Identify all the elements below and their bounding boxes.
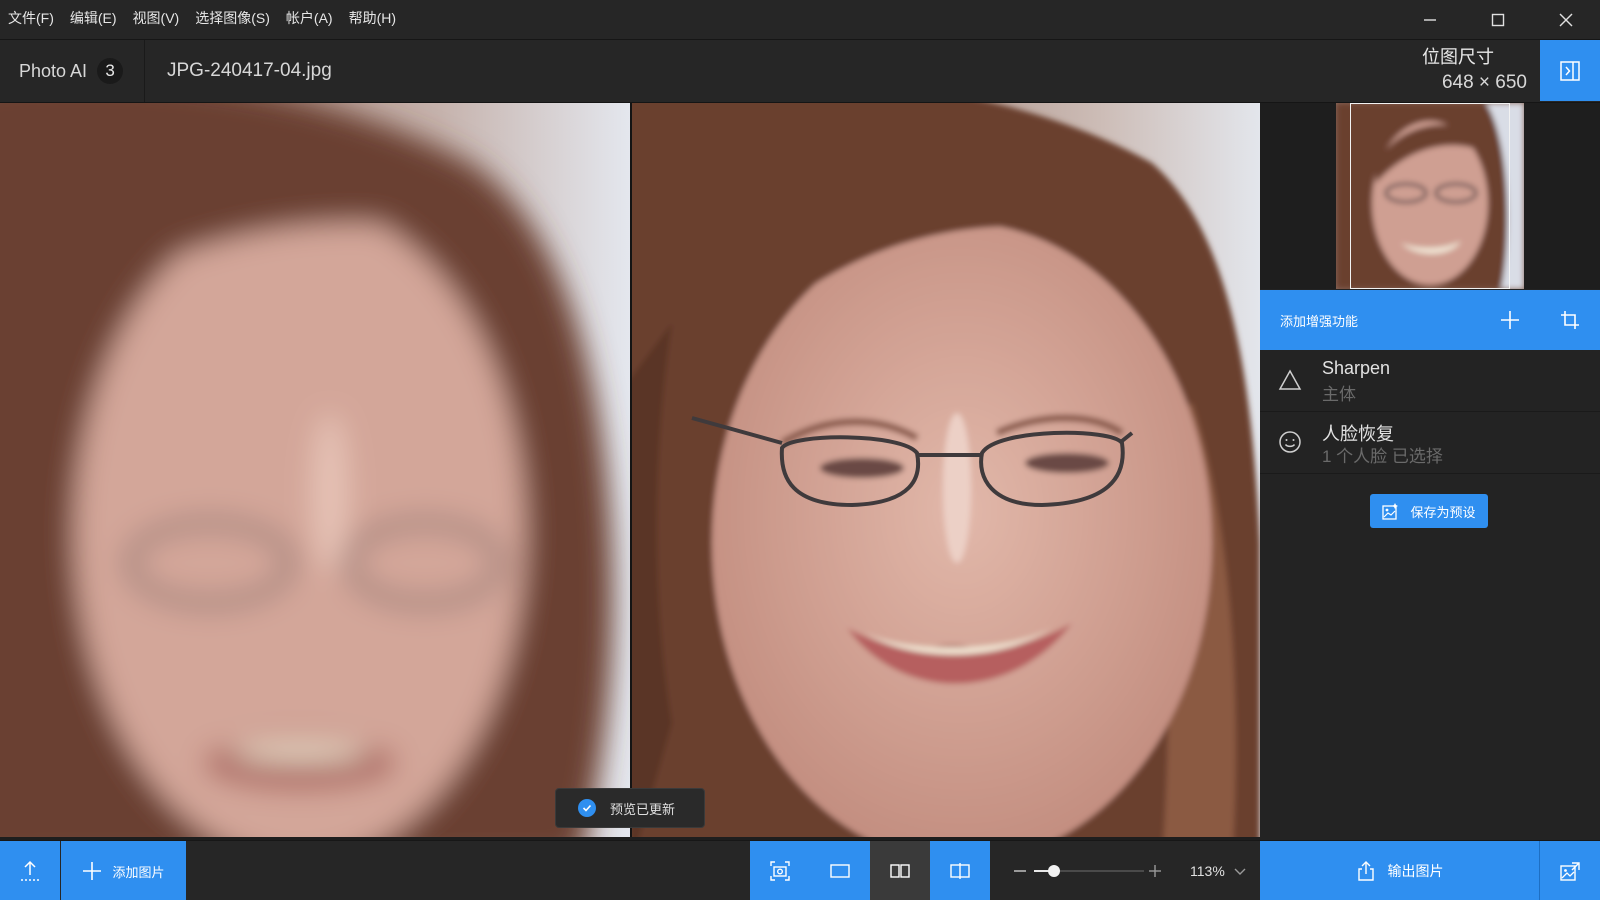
enhancement-sub: 主体	[1322, 385, 1356, 404]
preset-icon	[1382, 503, 1399, 520]
minimize-button[interactable]	[1396, 0, 1464, 40]
split-view-icon	[950, 863, 970, 879]
original-image	[0, 103, 630, 837]
add-enhancement-bar: 添加增强功能	[1260, 290, 1600, 350]
enhancement-sub: 1 个人脸 已选择	[1322, 447, 1443, 466]
app-window: 文件(F) 编辑(E) 视图(V) 选择图像(S) 帐户(A) 帮助(H) Ph…	[0, 0, 1600, 900]
preview-updated-toast: 预览已更新	[555, 788, 705, 828]
zoom-level[interactable]: 113%	[1190, 841, 1225, 900]
bitmap-size-label: 位图尺寸	[1422, 47, 1494, 67]
save-preset-button[interactable]: 保存为预设	[1370, 494, 1488, 528]
menu-file[interactable]: 文件(F)	[0, 0, 62, 40]
single-view-button[interactable]	[810, 841, 870, 900]
menu-help[interactable]: 帮助(H)	[341, 0, 404, 40]
plus-icon	[83, 862, 102, 880]
enhancement-name: Sharpen	[1322, 358, 1391, 378]
app-header: Photo AI 3 JPG-240417-04.jpg 位图尺寸 648 × …	[0, 40, 1600, 103]
zoom-out-button[interactable]	[1014, 870, 1026, 872]
sidebar-toggle-icon	[1560, 60, 1580, 81]
app-title[interactable]: Photo AI 3	[19, 40, 124, 102]
view-mode-group	[750, 841, 990, 900]
image-count-badge: 3	[97, 58, 124, 84]
zoom-slider-handle[interactable]	[1047, 865, 1060, 877]
menu-account[interactable]: 帐户(A)	[278, 0, 341, 40]
close-icon	[1559, 13, 1573, 27]
file-name: JPG-240417-04.jpg	[167, 60, 332, 81]
navigator[interactable]	[1260, 103, 1600, 289]
snapshot-view-button[interactable]	[750, 841, 810, 900]
export-label: 输出图片	[1387, 863, 1444, 879]
zoom-control: 113%	[1010, 841, 1250, 900]
window-controls	[1396, 0, 1600, 40]
camera-scan-icon	[770, 861, 790, 881]
split-view-button[interactable]	[930, 841, 990, 900]
maximize-icon	[1491, 13, 1505, 27]
toast-text: 预览已更新	[610, 801, 676, 817]
original-preview[interactable]	[0, 103, 630, 837]
face-icon	[1279, 431, 1301, 453]
share-image-icon	[1560, 862, 1580, 881]
plus-icon	[1501, 311, 1519, 329]
right-panel: 添加增强功能 Sharpen 主体 人脸恢复 1 个人脸 已选择 保存为预设	[1260, 103, 1600, 840]
bitmap-size-value: 648 × 650	[1441, 72, 1527, 93]
triangle-icon	[1278, 369, 1302, 390]
upload-button[interactable]	[0, 841, 60, 900]
single-view-icon	[830, 864, 850, 878]
upload-icon	[21, 860, 39, 881]
crop-button[interactable]	[1540, 290, 1600, 350]
maximize-button[interactable]	[1464, 0, 1532, 40]
add-images-button[interactable]: 添加图片	[61, 841, 186, 900]
add-enhancement-button[interactable]	[1480, 290, 1540, 350]
app-name-label: Photo AI	[19, 60, 88, 81]
crop-icon	[1561, 311, 1579, 329]
zoom-slider[interactable]	[1034, 865, 1144, 877]
bottom-toolbar: 添加图片 113% 输出图片	[0, 840, 1600, 900]
zoom-in-button[interactable]	[1149, 865, 1161, 877]
menu-bar: 文件(F) 编辑(E) 视图(V) 选择图像(S) 帐户(A) 帮助(H)	[0, 0, 1600, 40]
check-icon	[578, 799, 596, 817]
enhancement-face-recovery[interactable]: 人脸恢复 1 个人脸 已选择	[1260, 412, 1600, 474]
minimize-icon	[1424, 19, 1436, 21]
enhanced-image	[632, 103, 1260, 837]
close-button[interactable]	[1532, 0, 1600, 40]
export-button[interactable]: 输出图片	[1260, 841, 1539, 900]
header-divider	[144, 40, 145, 102]
menu-edit[interactable]: 编辑(E)	[62, 0, 125, 40]
add-images-label: 添加图片	[112, 864, 165, 880]
toggle-panel-button[interactable]	[1540, 40, 1600, 101]
menu-select-image[interactable]: 选择图像(S)	[187, 0, 278, 40]
enhanced-preview[interactable]	[632, 103, 1260, 837]
menu-view[interactable]: 视图(V)	[125, 0, 188, 40]
enhancement-sharpen[interactable]: Sharpen 主体	[1260, 350, 1600, 412]
navigator-viewport-frame[interactable]	[1350, 103, 1510, 289]
side-by-side-view-button[interactable]	[870, 841, 930, 900]
save-preset-label: 保存为预设	[1410, 504, 1476, 520]
add-enhancement-title: 添加增强功能	[1280, 313, 1359, 329]
chevron-down-icon[interactable]	[1234, 865, 1246, 877]
export-icon	[1357, 861, 1374, 881]
side-by-side-icon	[890, 864, 910, 878]
export-settings-button[interactable]	[1540, 841, 1600, 900]
image-viewer[interactable]: 预览已更新	[0, 103, 1260, 837]
